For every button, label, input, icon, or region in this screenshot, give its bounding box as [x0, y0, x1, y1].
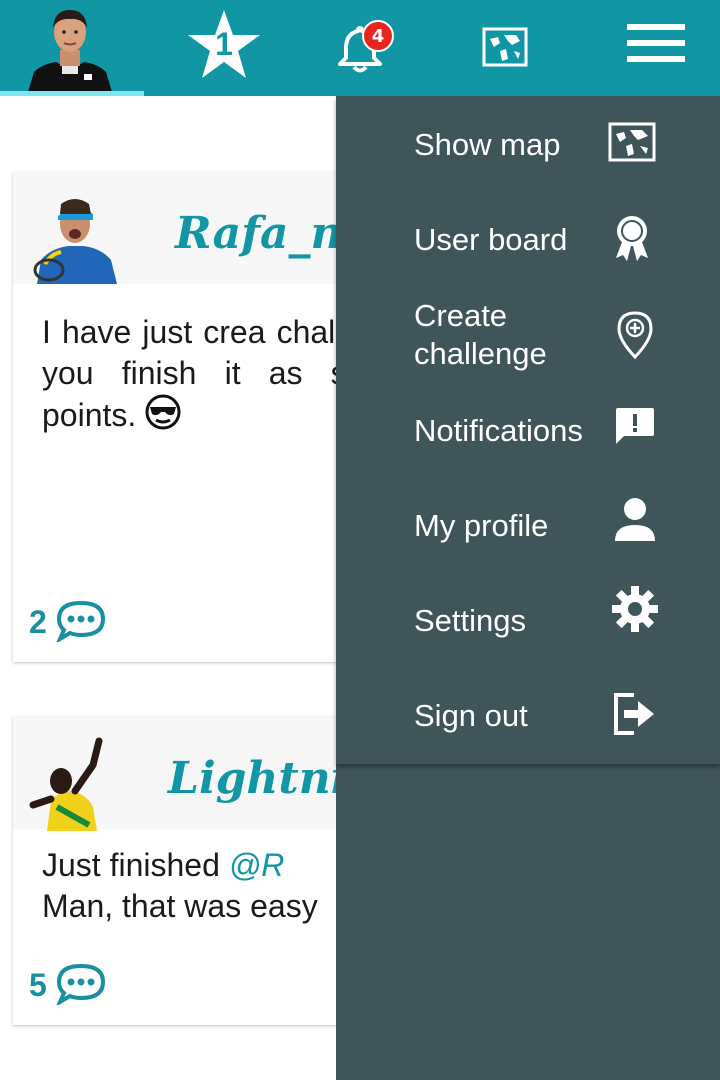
- hamburger-menu-icon: [627, 24, 685, 62]
- post-card[interactable]: Rafa_no I have just crea challenge for y…: [13, 172, 336, 662]
- hamburger-menu-button[interactable]: [576, 0, 720, 96]
- gear-icon: [612, 586, 658, 632]
- post-text: I have just crea challenge for you finis…: [42, 312, 336, 436]
- post-avatar[interactable]: [31, 190, 121, 284]
- menu-item-label: Notifications: [414, 413, 583, 448]
- post-text-content: Just finished: [42, 847, 229, 883]
- post-avatar[interactable]: [27, 735, 117, 831]
- side-menu: Show map User board Create challenge Not…: [336, 96, 720, 1080]
- post-username[interactable]: Lightning: [168, 753, 336, 804]
- person-icon: [615, 498, 655, 541]
- award-icon: [616, 216, 648, 261]
- post-card[interactable]: Lightning Just finished @R Man, that was…: [13, 717, 336, 1025]
- map-icon: [482, 27, 528, 67]
- menu-item-my-profile[interactable]: My profile: [336, 481, 720, 576]
- menu-item-label: Create: [414, 298, 508, 333]
- menu-item-label: Sign out: [414, 698, 528, 733]
- menu-item-sign-out[interactable]: Sign out: [336, 671, 720, 764]
- side-menu-panel: Show map User board Create challenge Not…: [336, 96, 720, 764]
- user-mention[interactable]: @R: [229, 847, 285, 883]
- post-header: Lightning: [13, 717, 336, 831]
- comment-bubble-icon[interactable]: [55, 600, 107, 642]
- comment-bubble-icon[interactable]: [55, 963, 107, 1005]
- menu-item-user-board[interactable]: User board: [336, 191, 720, 286]
- comment-count: 2: [29, 604, 47, 640]
- feed: Rafa_no I have just crea challenge for y…: [0, 0, 336, 1080]
- sunglasses-emoji-icon: [145, 394, 181, 430]
- post-text-content: I have just crea challenge for you finis…: [42, 314, 336, 433]
- menu-item-notifications[interactable]: Notifications: [336, 386, 720, 481]
- notification-badge: 4: [362, 20, 394, 52]
- menu-item-label: challenge: [414, 336, 547, 371]
- comment-count: 5: [29, 967, 47, 1003]
- tab-map[interactable]: [432, 0, 576, 96]
- menu-item-label: Show map: [414, 127, 561, 162]
- menu-item-settings[interactable]: Settings: [336, 576, 720, 671]
- menu-item-label: Settings: [414, 603, 527, 638]
- map-icon: [608, 122, 656, 162]
- menu-item-create-challenge[interactable]: Create challenge: [336, 286, 720, 386]
- post-text: Just finished @R Man, that was easy: [42, 845, 336, 927]
- post-header: Rafa_no: [13, 172, 336, 284]
- post-username[interactable]: Rafa_no: [175, 208, 336, 259]
- menu-item-label: My profile: [414, 508, 549, 543]
- feedback-icon: [616, 408, 654, 444]
- location-pin-add-icon: [617, 311, 653, 360]
- menu-item-show-map[interactable]: Show map: [336, 96, 720, 191]
- post-text-content: Man, that was easy: [42, 888, 318, 924]
- exit-icon: [614, 693, 654, 735]
- menu-item-label: User board: [414, 222, 568, 257]
